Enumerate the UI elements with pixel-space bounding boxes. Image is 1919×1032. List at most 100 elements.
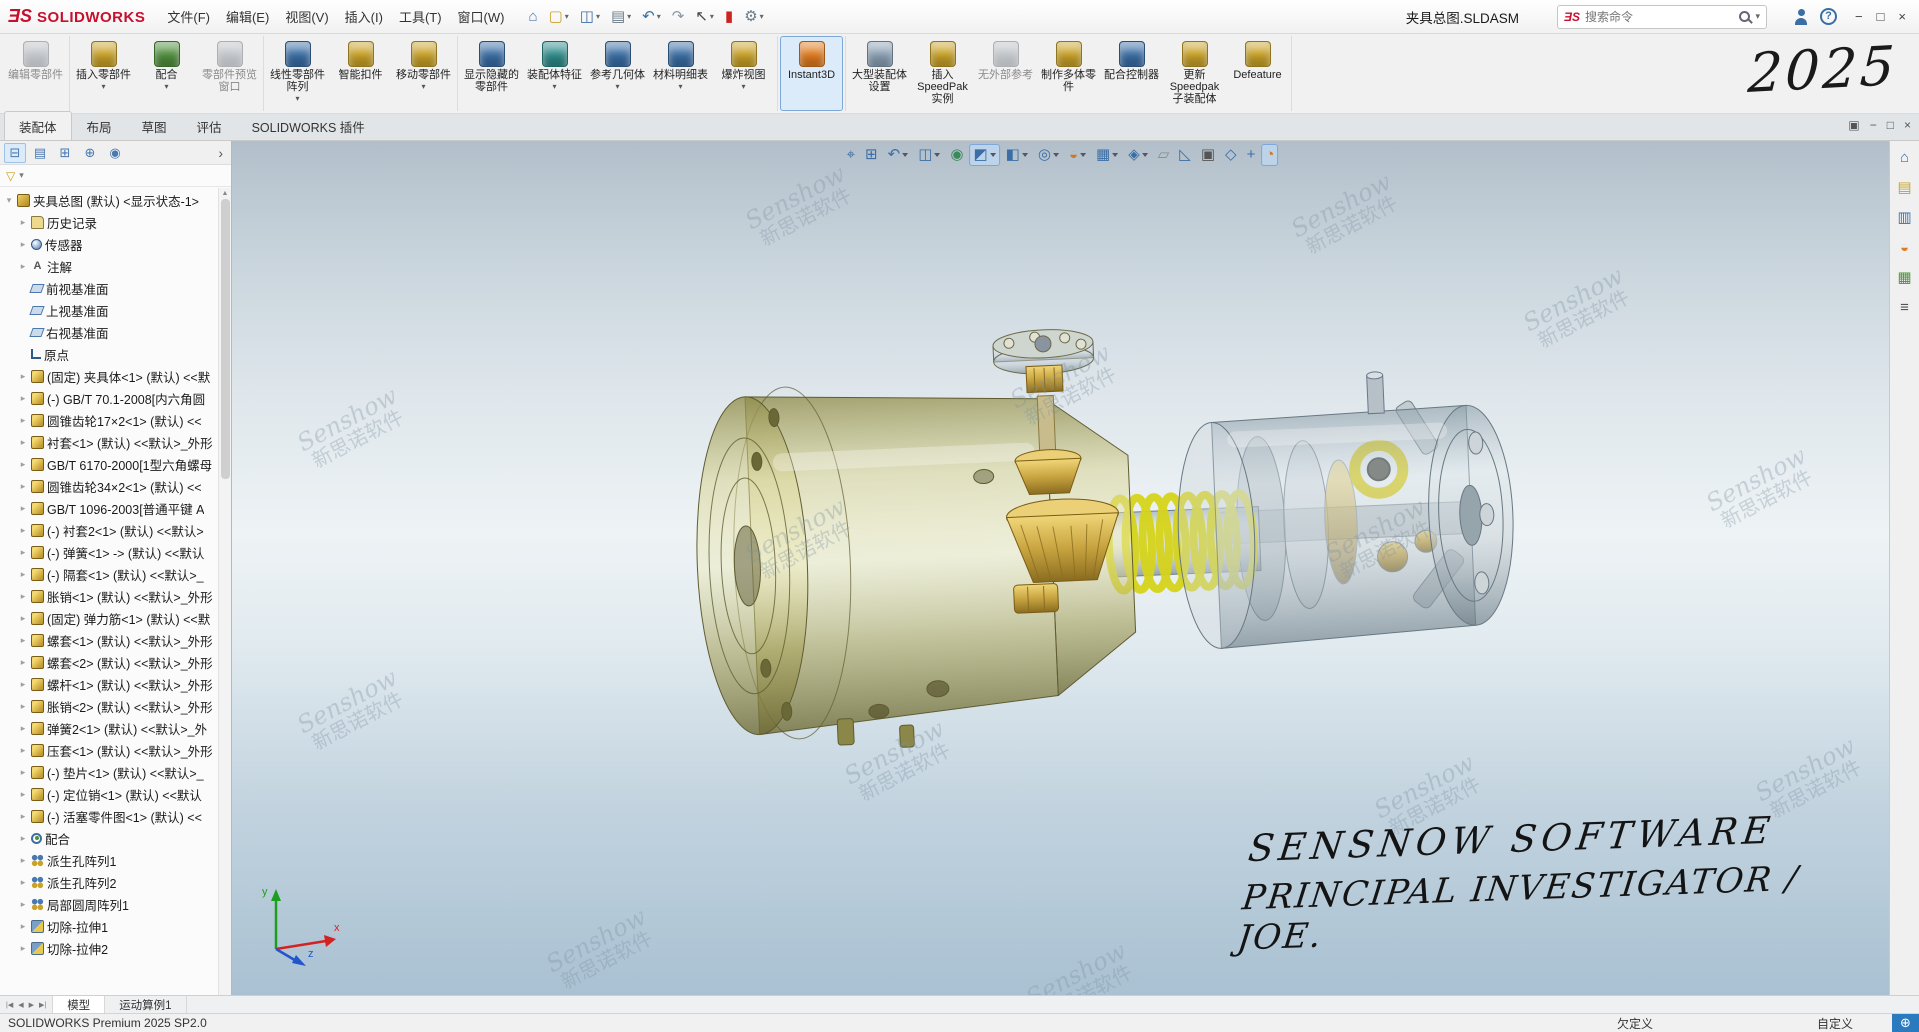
menu-tools[interactable]: 工具(T) [391,2,450,31]
previous-view-icon[interactable]: ↶ [884,144,913,166]
doc-nav-button[interactable]: ▶ [29,1001,34,1009]
axes-display-icon[interactable]: + [1243,144,1260,166]
tree-expand-arrow-icon[interactable]: ▸ [18,481,28,492]
tree-expand-arrow-icon[interactable]: ▸ [18,217,28,228]
doc-nav-button[interactable]: ▶| [39,1001,46,1009]
restore-button[interactable]: □ [1870,8,1892,25]
show-hidden-components-button[interactable]: 显示隐藏的零部件 [460,36,523,111]
viewport-restore-button[interactable]: □ [1887,118,1894,132]
component-preview-window-button[interactable]: 零部件预览窗口 [198,36,261,111]
tree-item[interactable]: 右视基准面 [2,321,217,343]
tree-expand-arrow-icon[interactable]: ▸ [18,679,28,690]
menu-edit[interactable]: 编辑(E) [218,2,277,31]
tree-item[interactable]: ▸ 传感器 [2,233,217,255]
tree-expand-arrow-icon[interactable]: ▸ [18,745,28,756]
display-style-icon[interactable]: ◧ [1002,144,1032,166]
custom-properties-icon[interactable]: ≡ [1894,296,1916,318]
tab-model[interactable]: 模型 [53,996,105,1013]
close-button[interactable]: × [1891,8,1913,25]
tree-item[interactable]: ▸ (-) 衬套2<1> (默认) <<默认> [2,519,217,541]
viewport-dock-button[interactable]: ▣ [1848,118,1859,132]
move-component-button[interactable]: 移动零部件 ▾ [392,36,455,111]
dynamic-annotation-views-icon[interactable]: ◉ [946,144,967,166]
feature-manager-tab[interactable]: ⊟ [4,143,26,163]
zoom-area-icon[interactable]: ⊞ [861,144,882,166]
property-manager-tab[interactable]: ▤ [29,143,51,163]
user-account-icon[interactable] [1793,9,1809,25]
tree-item[interactable]: ▸ 圆锥齿轮34×2<1> (默认) << [2,475,217,497]
tree-expand-arrow-icon[interactable]: ▸ [18,371,28,382]
minimize-button[interactable]: − [1848,8,1870,25]
doc-nav-button[interactable]: |◀ [6,1001,13,1009]
filter-funnel-icon[interactable]: ▽ [6,169,15,183]
tree-item[interactable]: ▸ 配合 [2,827,217,849]
instant3d-button[interactable]: Instant3D [780,36,843,111]
solidworks-resources-icon[interactable]: ⌂ [1894,146,1916,168]
tree-expand-arrow-icon[interactable]: ▸ [18,657,28,668]
view-settings-icon[interactable]: ◈ [1124,144,1152,166]
apply-scene-icon[interactable]: ▦ [1092,144,1122,166]
mate-button[interactable]: 配合 ▾ [135,36,198,111]
select-icon[interactable]: ↖ ▾ [691,7,718,27]
tree-filter-bar[interactable]: ▽ ▾ [0,165,231,187]
save-icon[interactable]: ◫ ▾ [576,7,604,27]
section-view-icon[interactable]: ◫ [914,144,944,166]
exploded-view-button[interactable]: 爆炸视图 ▾ [712,36,775,111]
tree-expand-arrow-icon[interactable]: ▸ [18,525,28,536]
customize-button[interactable]: 自定义 [1817,1015,1853,1032]
new-document-icon[interactable]: ▢ ▾ [545,7,573,27]
doc-nav-button[interactable]: ◀ [18,1001,23,1009]
tree-item[interactable]: ▸ GB/T 1096-2003[普通平键 A [2,497,217,519]
zoom-fit-icon[interactable]: ⌖ [843,144,859,166]
tree-expand-arrow-icon[interactable]: ▸ [18,591,28,602]
tab-sketch[interactable]: 草图 [127,111,182,140]
appearances-icon[interactable]: ◒ [1894,236,1916,258]
snapshot-icon[interactable]: ◔ [1261,144,1278,166]
tree-item[interactable]: ▸ 弹簧2<1> (默认) <<默认>_外 [2,717,217,739]
tree-expand-arrow-icon[interactable]: ▸ [18,833,28,844]
menu-file[interactable]: 文件(F) [159,2,218,31]
tree-item[interactable]: ▸ 切除-拉伸2 [2,937,217,959]
tree-expand-arrow-icon[interactable]: ▸ [18,789,28,800]
shadows-icon[interactable]: ▱ [1154,144,1174,166]
tree-expand-arrow-icon[interactable]: ▸ [18,855,28,866]
tree-item[interactable]: ▸ 胀销<2> (默认) <<默认>_外形 [2,695,217,717]
tree-item[interactable]: ▸ 切除-拉伸1 [2,915,217,937]
tree-item[interactable]: ▸ (-) 垫片<1> (默认) <<默认>_ [2,761,217,783]
tree-expand-arrow-icon[interactable]: ▸ [18,415,28,426]
tree-expand-arrow-icon[interactable]: ▸ [18,503,28,514]
tree-expand-arrow-icon[interactable]: ▸ [18,811,28,822]
tree-expand-arrow-icon[interactable]: ▾ [4,195,14,206]
tab-layout[interactable]: 布局 [72,111,127,140]
camera-icon[interactable]: ▣ [1197,144,1219,166]
tree-item[interactable]: ▸ (-) 活塞零件图<1> (默认) << [2,805,217,827]
tree-item[interactable]: ▸ (-) 隔套<1> (默认) <<默认>_ [2,563,217,585]
tree-expand-arrow-icon[interactable]: ▸ [18,767,28,778]
edit-component-button[interactable]: 编辑零部件 [4,36,67,111]
tree-item[interactable]: ▸ (固定) 夹具体<1> (默认) <<默 [2,365,217,387]
help-icon[interactable]: ? [1820,8,1837,25]
insert-speedpak-button[interactable]: 插入SpeedPak实例 [911,36,974,111]
tree-expand-arrow-icon[interactable]: ▸ [18,723,28,734]
graphics-viewport[interactable]: ⌖ ⊞ ↶ ◫ ◉ [232,141,1889,995]
tree-expand-arrow-icon[interactable]: ▸ [18,613,28,624]
tree-expand-arrow-icon[interactable]: ▸ [18,547,28,558]
tree-expand-arrow-icon[interactable]: ▸ [18,261,28,272]
view-orientation-icon[interactable]: ◩ [969,144,999,166]
tree-item[interactable]: ▸ (-) 弹簧<1> -> (默认) <<默认 [2,541,217,563]
dimxpert-manager-tab[interactable]: ⊕ [79,143,101,163]
menu-view[interactable]: 视图(V) [277,2,336,31]
tree-item[interactable]: ▸ (-) 定位销<1> (默认) <<默认 [2,783,217,805]
tab-motion-study[interactable]: 运动算例1 [105,996,186,1013]
tree-item[interactable]: ▸ 螺杆<1> (默认) <<默认>_外形 [2,673,217,695]
tree-item[interactable]: ▸ 螺套<1> (默认) <<默认>_外形 [2,629,217,651]
assembly-features-button[interactable]: 装配体特征 ▾ [523,36,586,111]
command-search[interactable]: ƎS ▾ [1557,5,1767,29]
search-dropdown-icon[interactable]: ▾ [1755,11,1760,22]
tree-expand-arrow-icon[interactable]: ▸ [18,239,28,250]
file-explorer-icon[interactable]: ▥ [1894,206,1916,228]
tree-item[interactable]: ▾ 夹具总图 (默认) <显示状态-1> [2,189,217,211]
perspective-icon[interactable]: ◺ [1175,144,1195,166]
tree-item[interactable]: ▸ 胀销<1> (默认) <<默认>_外形 [2,585,217,607]
tree-expand-arrow-icon[interactable]: ▸ [18,393,28,404]
